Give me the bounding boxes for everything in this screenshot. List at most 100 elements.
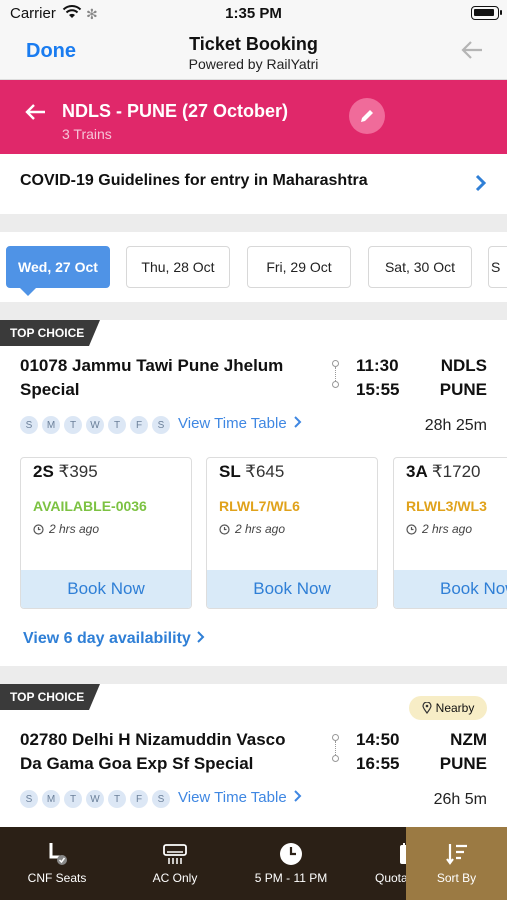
route-title: NDLS - PUNE (27 October) [62,101,289,121]
train-times: 11:30 15:55 [356,354,399,402]
station-codes: NZM PUNE [440,728,487,776]
route-dots-icon [330,360,342,388]
day-chip: M [42,416,60,434]
class-card-2s[interactable]: 2S ₹395 AVAILABLE-0036 2 hrs ago Book No… [20,457,192,609]
journey-duration: 28h 25m [424,417,487,434]
clock-icon [280,843,302,865]
class-price: ₹395 [58,462,98,481]
book-now-button[interactable]: Book Now [21,570,191,608]
last-updated: 2 hrs ago [219,522,285,536]
class-name: 3A ₹1720 [406,462,480,482]
date-tab-thu-28[interactable]: Thu, 28 Oct [126,246,230,288]
station-codes: NDLS PUNE [440,354,487,402]
filter-tab-bar: CNF Seats AC Only 5 PM - 11 PM Quota Sor… [0,827,507,900]
back-arrow-icon[interactable] [461,40,483,60]
date-tab-sat-30[interactable]: Sat, 30 Oct [368,246,472,288]
tab-time-range[interactable]: 5 PM - 11 PM [248,827,334,900]
departure-time: 11:30 [356,356,399,375]
nearby-label: Nearby [435,701,475,715]
updated-text: 2 hrs ago [235,522,286,536]
arrival-time: 16:55 [356,754,400,773]
date-selector: Wed, 27 Oct Thu, 28 Oct Fri, 29 Oct Sat,… [0,232,507,302]
day-chip: S [152,416,170,434]
chevron-right-icon [475,174,487,192]
view-time-table-link[interactable]: View Time Table [178,789,302,806]
day-chip: T [64,416,82,434]
day-chip: T [108,416,126,434]
class-name: SL ₹645 [219,462,284,482]
journey-duration: 26h 5m [433,791,487,808]
trains-count: 3 Trains [62,126,112,142]
seat-icon [49,843,67,865]
class-card-3a[interactable]: 3A ₹1720 RLWL3/WL3 2 hrs ago Book Now [393,457,507,609]
nearby-badge: Nearby [409,696,487,720]
tab-sort-by[interactable]: Sort By [406,827,507,900]
day-chip: T [108,790,126,808]
train-name: 01078 Jammu Tawi Pune Jhelum Special [20,356,284,399]
to-station: PUNE [439,754,487,773]
nav-title: Ticket Booking [189,34,318,54]
book-now-button[interactable]: Book Now [394,570,507,608]
view-6-day-availability-link[interactable]: View 6 day availability [23,630,205,648]
tab-quota[interactable]: Quota [360,827,406,900]
view-time-table-link[interactable]: View Time Table [178,415,302,432]
from-station: NDLS [440,356,487,375]
route-header: NDLS - PUNE (27 October) 3 Trains [0,80,507,154]
day-chip: W [86,416,104,434]
day-chip: W [86,790,104,808]
date-tab-fri-29[interactable]: Fri, 29 Oct [247,246,351,288]
chevron-right-icon [294,790,302,802]
covid-guidelines-row[interactable]: COVID-19 Guidelines for entry in Maharas… [0,154,507,214]
top-choice-badge: TOP CHOICE [0,320,100,346]
date-tab-wed-27[interactable]: Wed, 27 Oct [6,246,110,296]
route-dots-icon [330,734,342,762]
tab-label: AC Only [152,871,198,885]
view-time-table-label: View Time Table [178,789,287,806]
departure-time: 14:50 [356,730,400,749]
day-chip: S [152,790,170,808]
class-code: 3A [406,462,428,481]
availability-status: AVAILABLE-0036 [33,498,147,514]
updated-text: 2 hrs ago [422,522,473,536]
day-chip: M [42,790,60,808]
tab-cnf-seats[interactable]: CNF Seats [14,827,100,900]
last-updated: 2 hrs ago [33,522,99,536]
day-chip: F [130,790,148,808]
book-now-button[interactable]: Book Now [207,570,377,608]
tab-label: Sort By [436,871,477,885]
to-station: PUNE [439,380,487,399]
day-chip: S [20,416,38,434]
route-back-icon[interactable] [24,102,46,122]
sort-icon [445,844,467,865]
train-card[interactable]: TOP CHOICE Nearby 02780 Delhi H Nizamudd… [0,684,507,834]
view-6-day-availability-label: View 6 day availability [23,630,191,647]
covid-guidelines-label: COVID-19 Guidelines for entry in Maharas… [20,172,368,189]
chevron-right-icon [197,631,205,643]
clock-icon [406,523,417,535]
quota-icon [400,843,406,864]
last-updated: 2 hrs ago [406,522,472,536]
day-chip: T [64,790,82,808]
nav-subtitle: Powered by RailYatri [188,56,319,72]
tab-label: Quota [375,871,406,885]
edit-route-button[interactable] [349,98,385,134]
running-days: S M T W T F S [20,790,170,808]
clock-icon [219,523,230,535]
clock-icon [33,523,44,535]
updated-text: 2 hrs ago [49,522,100,536]
class-price: ₹645 [245,462,285,481]
pencil-icon [361,110,373,122]
availability-status: RLWL7/WL6 [219,498,300,514]
class-card-sl[interactable]: SL ₹645 RLWL7/WL6 2 hrs ago Book Now [206,457,378,609]
ac-icon [163,844,187,864]
date-tab-sun-31[interactable]: S [488,246,507,288]
tab-ac-only[interactable]: AC Only [132,827,218,900]
class-code: 2S [33,462,54,481]
tab-label: CNF Seats [27,871,87,885]
battery-icon [471,6,502,20]
from-station: NZM [450,730,487,749]
class-name: 2S ₹395 [33,462,98,482]
chevron-right-icon [294,416,302,428]
status-time: 1:35 PM [225,5,282,22]
arrival-time: 15:55 [356,380,400,399]
